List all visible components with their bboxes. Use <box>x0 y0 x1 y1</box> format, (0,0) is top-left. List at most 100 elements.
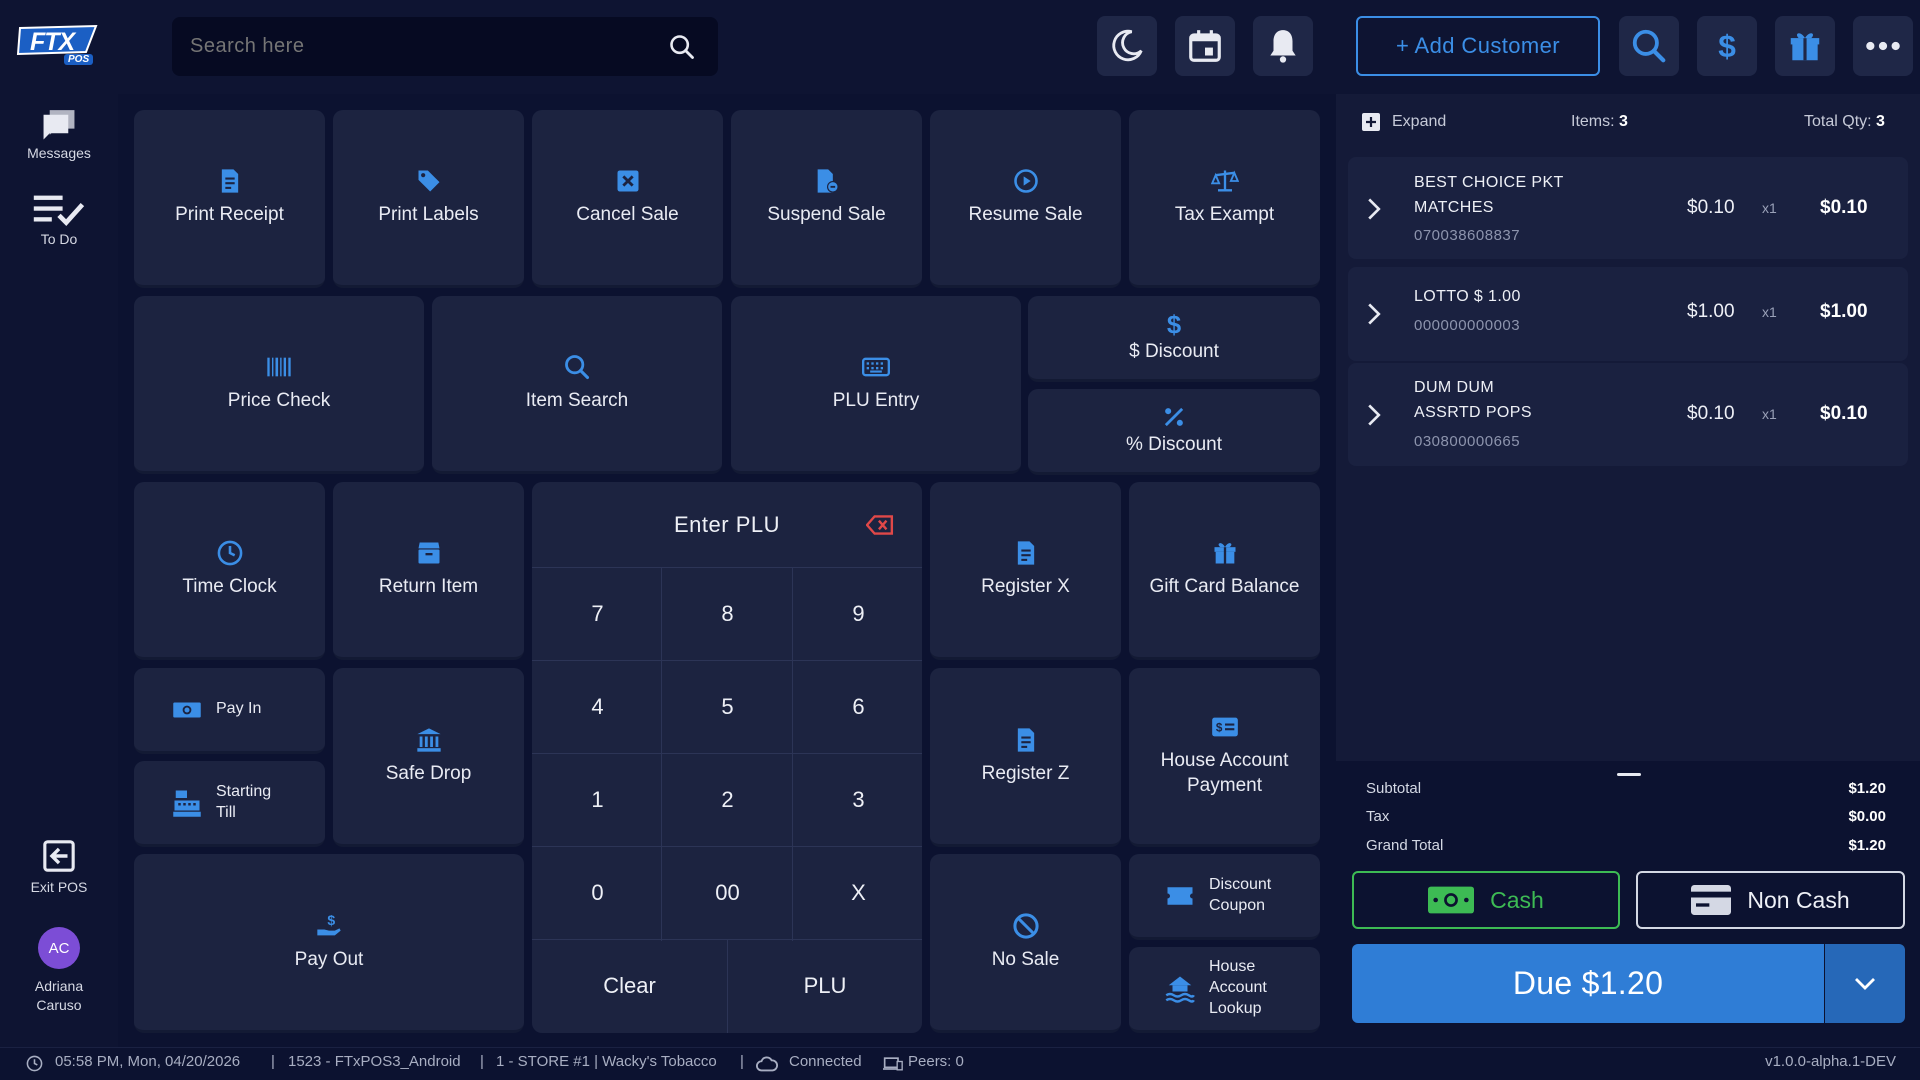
drag-handle[interactable] <box>1617 773 1641 776</box>
item-search-button[interactable]: Item Search <box>432 296 722 474</box>
expand-toggle[interactable]: Expand <box>1362 112 1446 132</box>
cloud-icon <box>756 1056 778 1072</box>
gift-button[interactable] <box>1775 16 1835 76</box>
resume-sale-label: Resume Sale <box>968 204 1083 226</box>
key-00[interactable]: 00 <box>662 847 793 939</box>
house-account-lookup-button[interactable]: House Account Lookup <box>1129 947 1320 1033</box>
key-9[interactable]: 9 <box>793 568 922 660</box>
expand-label: Expand <box>1392 113 1447 130</box>
cash-button[interactable]: Cash <box>1352 871 1620 929</box>
total-qty: Total Qty: 3 <box>1804 113 1885 131</box>
more-button[interactable] <box>1853 16 1913 76</box>
notifications-button[interactable] <box>1253 16 1313 76</box>
backspace-icon[interactable] <box>866 514 894 536</box>
return-item-button[interactable]: Return Item <box>333 482 524 660</box>
safe-drop-label: Safe Drop <box>385 762 472 784</box>
search-icon[interactable] <box>668 33 696 61</box>
key-4[interactable]: 4 <box>532 661 663 753</box>
exit-pos-button[interactable]: Exit POS <box>20 834 98 900</box>
key-0[interactable]: 0 <box>532 847 663 939</box>
search-input[interactable] <box>190 17 650 76</box>
register-x-button[interactable]: Register X <box>930 482 1121 660</box>
price-button[interactable]: $ <box>1697 16 1757 76</box>
search-bar[interactable] <box>172 17 718 76</box>
no-sale-button[interactable]: No Sale <box>930 854 1121 1033</box>
non-cash-button[interactable]: Non Cash <box>1636 871 1905 929</box>
print-receipt-button[interactable]: Print Receipt <box>134 110 325 288</box>
resume-sale-button[interactable]: Resume Sale <box>930 110 1121 288</box>
avatar[interactable]: AC <box>38 927 80 969</box>
cart-item[interactable]: DUM DUM ASSRTD POPS 030800000665 $0.10 x… <box>1348 363 1908 466</box>
barcode-icon <box>267 357 291 377</box>
key-7[interactable]: 7 <box>532 568 663 660</box>
plu-keypad: Enter PLU 7 8 9 4 5 6 1 2 3 0 00 X Clear… <box>532 482 922 1033</box>
status-peers: Peers: 0 <box>908 1053 964 1070</box>
tax-exempt-label: Tax Exampt <box>1174 204 1275 226</box>
print-labels-button[interactable]: Print Labels <box>333 110 524 288</box>
cash-icon <box>173 702 201 717</box>
cart-item-total: $0.10 <box>1820 197 1868 218</box>
register-z-label: Register Z <box>981 762 1070 784</box>
gift-card-balance-label: Gift Card Balance <box>1149 576 1300 598</box>
safe-drop-button[interactable]: Safe Drop <box>333 668 524 847</box>
bank-icon <box>416 727 441 752</box>
exit-icon <box>43 840 75 872</box>
gift-card-balance-button[interactable]: Gift Card Balance <box>1129 482 1320 660</box>
key-6[interactable]: 6 <box>793 661 922 753</box>
key-5[interactable]: 5 <box>662 661 793 753</box>
cart-item-name: LOTTO $ 1.00 <box>1414 288 1521 305</box>
house-account-payment-button[interactable]: $ House Account Payment <box>1129 668 1320 847</box>
key-2[interactable]: 2 <box>662 754 793 846</box>
starting-till-button[interactable]: Starting Till <box>134 761 325 847</box>
plu-button[interactable]: PLU <box>728 940 922 1032</box>
chevron-right-icon[interactable] <box>1364 302 1384 326</box>
register-z-button[interactable]: Register Z <box>930 668 1121 847</box>
svg-text:$: $ <box>327 912 335 928</box>
pay-out-button[interactable]: $ Pay Out <box>134 854 524 1033</box>
dark-mode-button[interactable] <box>1097 16 1157 76</box>
dollar-discount-button[interactable]: $ $ Discount <box>1028 296 1320 382</box>
messages-button[interactable]: Messages <box>20 100 98 168</box>
play-circle-icon <box>1013 169 1038 193</box>
report-icon <box>1017 541 1034 565</box>
customer-search-button[interactable] <box>1619 16 1679 76</box>
report-icon <box>1017 727 1034 752</box>
key-1[interactable]: 1 <box>532 754 663 846</box>
cart-item-name: BEST CHOICE PKT <box>1414 174 1564 191</box>
register-x-label: Register X <box>981 576 1070 598</box>
no-sale-label: No Sale <box>991 948 1060 970</box>
plu-entry-button[interactable]: PLU Entry <box>731 296 1021 474</box>
clear-button[interactable]: Clear <box>532 940 727 1032</box>
tax-exempt-button[interactable]: Tax Exampt <box>1129 110 1320 288</box>
cart-item[interactable]: BEST CHOICE PKT MATCHES 070038608837 $0.… <box>1348 157 1908 259</box>
messages-label: Messages <box>27 145 91 161</box>
percent-discount-button[interactable]: % Discount <box>1028 389 1320 475</box>
dollar-icon: $ <box>1718 28 1736 64</box>
due-options-button[interactable] <box>1825 944 1905 1023</box>
discount-coupon-button[interactable]: Discount Coupon <box>1129 854 1320 940</box>
dollar-icon: $ <box>1167 311 1181 338</box>
cancel-icon <box>617 170 638 192</box>
search-icon <box>1632 29 1666 63</box>
price-check-button[interactable]: Price Check <box>134 296 424 474</box>
key-3[interactable]: 3 <box>793 754 922 846</box>
logo-sub: POS <box>64 54 94 65</box>
cart-item-price: $1.00 <box>1687 301 1735 322</box>
calendar-button[interactable] <box>1175 16 1235 76</box>
suspend-sale-button[interactable]: Suspend Sale <box>731 110 922 288</box>
plu-display: Enter PLU <box>532 482 922 568</box>
svg-text:$: $ <box>1167 311 1181 338</box>
add-customer-button[interactable]: + Add Customer <box>1356 16 1600 76</box>
total-qty-label: Total Qty: <box>1804 113 1872 130</box>
pay-in-button[interactable]: Pay In <box>134 668 325 754</box>
chevron-right-icon[interactable] <box>1364 403 1384 427</box>
chevron-right-icon[interactable] <box>1364 197 1384 221</box>
due-button[interactable]: Due $1.20 <box>1352 944 1824 1023</box>
cancel-sale-button[interactable]: Cancel Sale <box>532 110 723 288</box>
key-8[interactable]: 8 <box>662 568 793 660</box>
cart-item[interactable]: LOTTO $ 1.00 000000000003 $1.00 x1 $1.00 <box>1348 267 1908 361</box>
credit-card-icon <box>1691 885 1732 915</box>
todo-button[interactable]: To Do <box>20 184 98 254</box>
key-x[interactable]: X <box>793 847 922 939</box>
time-clock-button[interactable]: Time Clock <box>134 482 325 660</box>
